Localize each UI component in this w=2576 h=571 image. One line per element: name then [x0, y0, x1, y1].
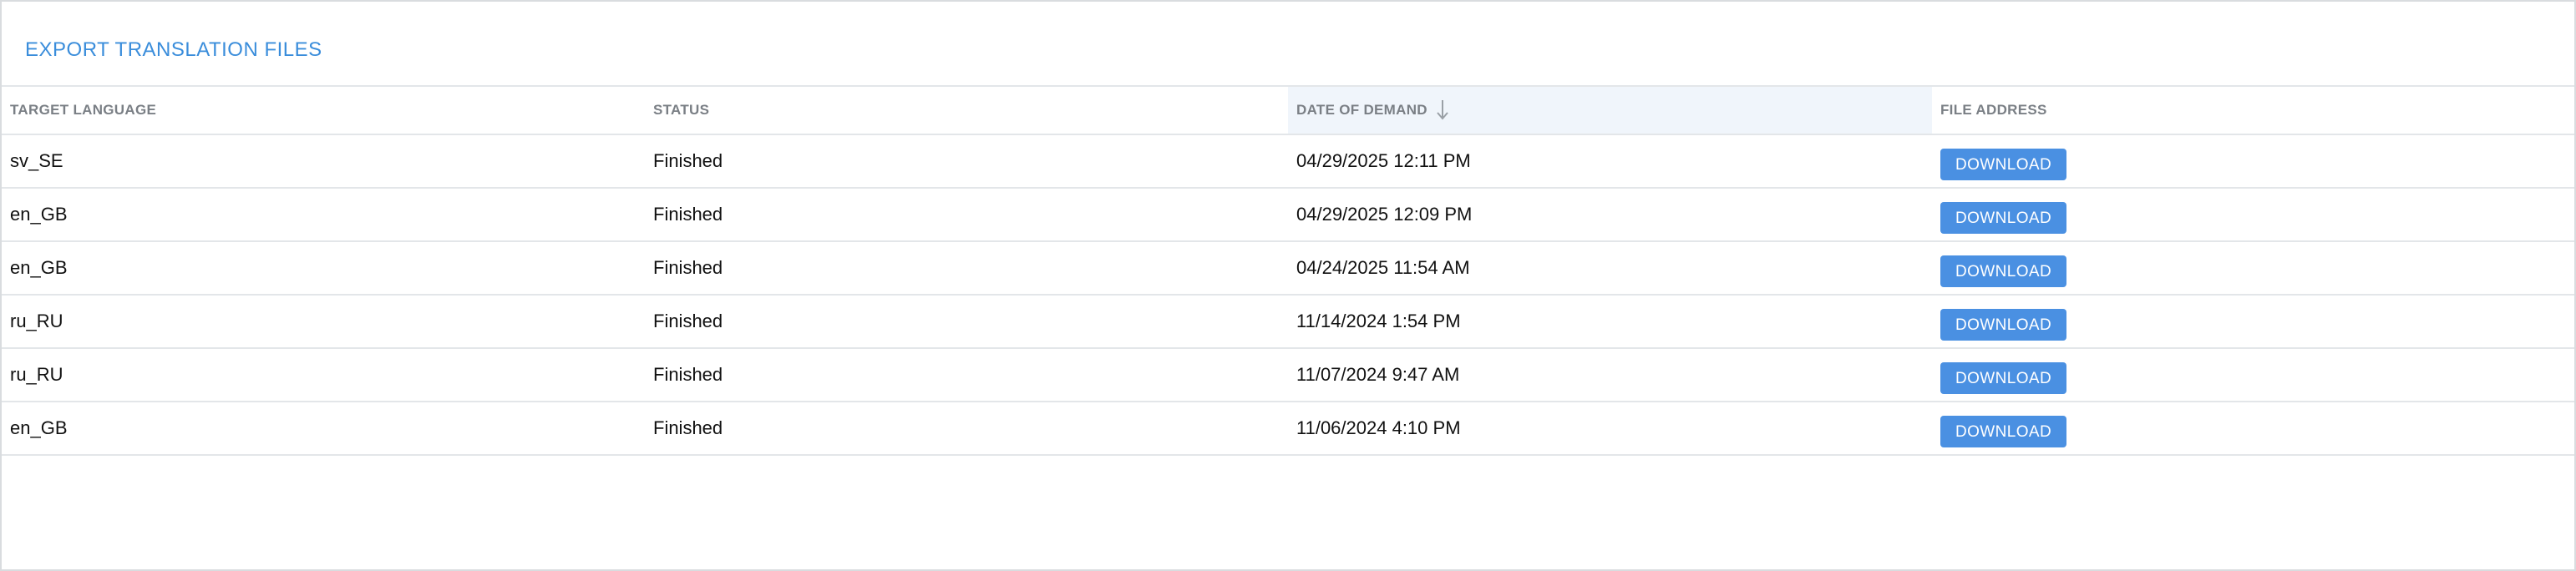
header-status[interactable]: STATUS [645, 87, 1288, 134]
cell-target-language: ru_RU [10, 311, 63, 331]
header-file-address[interactable]: FILE ADDRESS [1932, 87, 2574, 134]
header-target-language[interactable]: TARGET LANGUAGE [2, 87, 645, 134]
cell-file-address: DOWNLOAD [1932, 409, 2574, 447]
download-button[interactable]: DOWNLOAD [1940, 255, 2067, 287]
table-row: sv_SE Finished 04/29/2025 12:11 PM DOWNL… [2, 135, 2574, 189]
cell-file-address: DOWNLOAD [1932, 356, 2574, 394]
cell-status: Finished [653, 417, 723, 438]
export-translation-panel: EXPORT TRANSLATION FILES TARGET LANGUAGE… [0, 0, 2576, 571]
header-date-of-demand[interactable]: DATE OF DEMAND [1288, 87, 1932, 134]
cell-status: Finished [653, 150, 723, 171]
cell-target-language: en_GB [10, 417, 68, 438]
cell-status: Finished [653, 311, 723, 331]
download-button[interactable]: DOWNLOAD [1940, 149, 2067, 180]
cell-file-address: DOWNLOAD [1932, 142, 2574, 180]
cell-target-language: en_GB [10, 257, 68, 278]
export-table: TARGET LANGUAGE STATUS DATE OF DEMAND FI… [2, 85, 2574, 456]
cell-target-language: en_GB [10, 204, 68, 225]
cell-date-of-demand: 04/29/2025 12:09 PM [1296, 204, 1473, 225]
cell-file-address: DOWNLOAD [1932, 195, 2574, 234]
table-row: en_GB Finished 04/24/2025 11:54 AM DOWNL… [2, 242, 2574, 296]
download-button[interactable]: DOWNLOAD [1940, 309, 2067, 341]
cell-target-language: ru_RU [10, 364, 63, 385]
panel-title: EXPORT TRANSLATION FILES [25, 38, 322, 61]
table-row: ru_RU Finished 11/14/2024 1:54 PM DOWNLO… [2, 296, 2574, 349]
arrow-down-icon[interactable] [1436, 99, 1449, 121]
cell-date-of-demand: 04/29/2025 12:11 PM [1296, 150, 1471, 171]
cell-status: Finished [653, 364, 723, 385]
table-header: TARGET LANGUAGE STATUS DATE OF DEMAND FI… [2, 85, 2574, 135]
cell-target-language: sv_SE [10, 150, 63, 171]
cell-file-address: DOWNLOAD [1932, 302, 2574, 341]
download-button[interactable]: DOWNLOAD [1940, 362, 2067, 394]
cell-date-of-demand: 11/07/2024 9:47 AM [1296, 364, 1460, 385]
table-row: en_GB Finished 11/06/2024 4:10 PM DOWNLO… [2, 402, 2574, 456]
table-body: sv_SE Finished 04/29/2025 12:11 PM DOWNL… [2, 135, 2574, 456]
cell-date-of-demand: 11/14/2024 1:54 PM [1296, 311, 1461, 331]
cell-status: Finished [653, 204, 723, 225]
cell-file-address: DOWNLOAD [1932, 249, 2574, 287]
cell-status: Finished [653, 257, 723, 278]
table-row: ru_RU Finished 11/07/2024 9:47 AM DOWNLO… [2, 349, 2574, 402]
cell-date-of-demand: 04/24/2025 11:54 AM [1296, 257, 1470, 278]
cell-date-of-demand: 11/06/2024 4:10 PM [1296, 417, 1461, 438]
download-button[interactable]: DOWNLOAD [1940, 202, 2067, 234]
download-button[interactable]: DOWNLOAD [1940, 416, 2067, 447]
table-row: en_GB Finished 04/29/2025 12:09 PM DOWNL… [2, 189, 2574, 242]
